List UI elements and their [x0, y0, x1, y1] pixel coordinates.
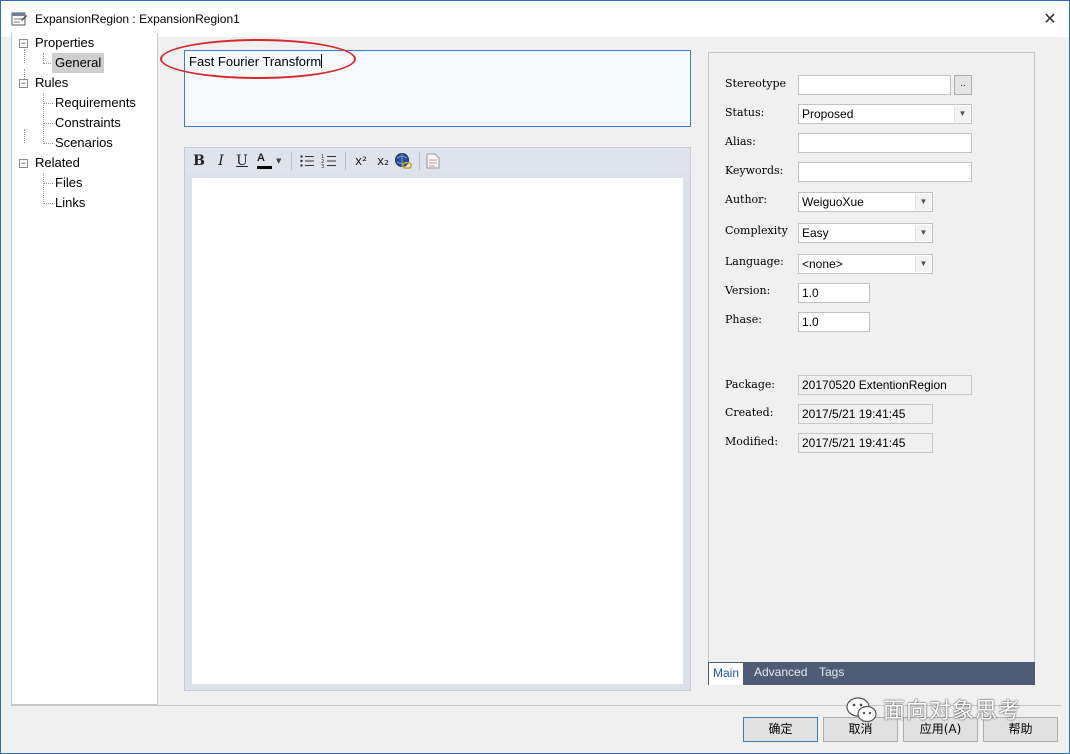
tree-item-label: Scenarios: [55, 135, 113, 150]
document-icon: [426, 153, 440, 169]
phase-label: Phase:: [725, 313, 762, 326]
numbered-list-icon: 1 2 3: [321, 154, 336, 170]
chevron-down-icon[interactable]: ▼: [915, 225, 931, 241]
bullet-list-button[interactable]: [297, 151, 317, 171]
tree-item-label: Files: [55, 175, 83, 190]
stereotype-field[interactable]: [798, 75, 951, 95]
tree-item-rules[interactable]: − Rules: [12, 73, 157, 93]
author-label: Author:: [725, 193, 768, 206]
collapse-icon[interactable]: −: [19, 79, 28, 88]
collapse-icon[interactable]: −: [19, 39, 28, 48]
watermark: 面向对象思考: [843, 691, 1043, 725]
language-label: Language:: [725, 255, 784, 268]
wechat-icon: [846, 697, 877, 723]
notes-toolbar: B I U A ▼ 1 2 3 x² x₂: [185, 148, 690, 174]
tree-item-links[interactable]: Links: [12, 193, 157, 213]
insert-document-button[interactable]: [423, 151, 443, 171]
properties-panel: Stereotype .. Status: Proposed ▼ Alias: …: [708, 52, 1035, 685]
name-input[interactable]: Fast Fourier Transform: [184, 50, 691, 127]
hyperlink-button[interactable]: [393, 151, 413, 171]
status-label: Status:: [725, 106, 765, 119]
numbered-list-button[interactable]: 1 2 3: [319, 151, 339, 171]
close-button[interactable]: ✕: [1039, 9, 1061, 31]
tab-advanced[interactable]: Advanced: [750, 662, 811, 685]
globe-link-icon: [395, 153, 412, 169]
chevron-down-icon[interactable]: ▼: [915, 194, 931, 210]
name-value: Fast Fourier Transform: [189, 54, 323, 69]
tree-item-label: Properties: [35, 35, 95, 50]
tree-item-label: Requirements: [55, 95, 136, 110]
text-caret: [321, 54, 323, 68]
tree-item-requirements[interactable]: Requirements: [12, 93, 157, 113]
stereotype-label: Stereotype: [725, 77, 787, 90]
bullet-list-icon: [300, 155, 314, 167]
superscript-button[interactable]: x²: [351, 151, 371, 171]
tree-item-related[interactable]: − Related: [12, 153, 157, 173]
tree-item-constraints[interactable]: Constraints: [12, 113, 157, 133]
subscript-button[interactable]: x₂: [373, 151, 393, 171]
font-color-icon: A: [257, 152, 265, 164]
underline-button[interactable]: U: [232, 151, 252, 171]
navigation-tree: − Properties General − Rules Requirement…: [11, 33, 158, 705]
svg-text:3: 3: [321, 164, 324, 169]
notes-textarea[interactable]: [192, 178, 683, 684]
alias-label: Alias:: [725, 135, 756, 148]
notes-editor: B I U A ▼ 1 2 3 x² x₂: [184, 147, 691, 691]
keywords-label: Keywords:: [725, 164, 784, 177]
properties-tabs: Main Advanced Tags: [708, 662, 1035, 685]
collapse-icon[interactable]: −: [19, 159, 28, 168]
tree-item-label: Related: [35, 155, 80, 170]
language-select[interactable]: <none> ▼: [798, 254, 933, 274]
dialog-window: ExpansionRegion : ExpansionRegion1 ✕ − P…: [0, 0, 1070, 754]
italic-button[interactable]: I: [211, 151, 231, 171]
close-icon: ✕: [1043, 11, 1057, 28]
complexity-value: Easy: [802, 226, 829, 240]
ok-button[interactable]: 确定: [743, 717, 818, 742]
author-select[interactable]: WeiguoXue ▼: [798, 192, 933, 212]
version-field[interactable]: 1.0: [798, 283, 870, 303]
color-bar: [257, 166, 272, 169]
created-field: 2017/5/21 19:41:45: [798, 404, 933, 424]
package-field: 20170520 ExtentionRegion: [798, 375, 972, 395]
tree-item-label: Links: [55, 195, 86, 210]
tree-item-label: Constraints: [55, 115, 121, 130]
tree-item-properties[interactable]: − Properties: [12, 33, 157, 53]
modified-label: Modified:: [725, 435, 779, 448]
created-label: Created:: [725, 406, 774, 419]
toolbar-separator: [419, 152, 420, 170]
chevron-down-icon[interactable]: ▼: [954, 106, 970, 122]
language-value: <none>: [802, 257, 843, 271]
phase-field[interactable]: 1.0: [798, 312, 870, 332]
bold-button[interactable]: B: [189, 151, 209, 171]
title-bar[interactable]: ExpansionRegion : ExpansionRegion1 ✕: [1, 1, 1069, 37]
window-title: ExpansionRegion : ExpansionRegion1: [35, 12, 240, 26]
version-label: Version:: [725, 284, 771, 297]
status-value: Proposed: [802, 107, 854, 121]
toolbar-separator: [345, 152, 346, 170]
tree-item-scenarios[interactable]: Scenarios: [12, 133, 157, 153]
tree-item-label: General: [52, 53, 105, 73]
tree-item-files[interactable]: Files: [12, 173, 157, 193]
modified-field: 2017/5/21 19:41:45: [798, 433, 933, 453]
watermark-text: 面向对象思考: [883, 699, 1022, 724]
chevron-down-icon: ▼: [276, 157, 282, 165]
package-label: Package:: [725, 378, 776, 391]
author-value: WeiguoXue: [802, 195, 864, 209]
alias-field[interactable]: [798, 133, 972, 153]
tree-item-general[interactable]: General: [12, 53, 157, 73]
tab-tags[interactable]: Tags: [815, 662, 848, 685]
app-icon: [11, 12, 27, 26]
complexity-select[interactable]: Easy ▼: [798, 223, 933, 243]
stereotype-browse-button[interactable]: ..: [954, 75, 972, 95]
keywords-field[interactable]: [798, 162, 972, 182]
complexity-label: Complexity: [725, 224, 788, 237]
tab-main[interactable]: Main: [709, 662, 744, 685]
toolbar-separator: [291, 152, 292, 170]
font-color-button[interactable]: A ▼: [255, 151, 285, 171]
tree-item-label: Rules: [35, 75, 69, 90]
status-select[interactable]: Proposed ▼: [798, 104, 972, 124]
chevron-down-icon[interactable]: ▼: [915, 256, 931, 272]
